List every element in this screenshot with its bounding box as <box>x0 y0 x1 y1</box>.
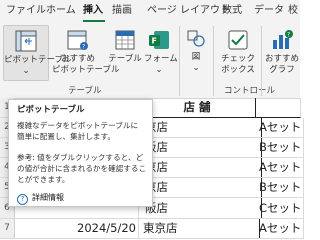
cell-item[interactable]: Aセット <box>256 219 304 239</box>
checkbox-button[interactable]: チェック ボックス <box>218 25 258 79</box>
pivot-table-tooltip: ピボットテーブル 複雑なデータをピボットテーブルに簡単に配置し、集計します。 参… <box>8 99 153 207</box>
forms-button[interactable]: F フォーム ⌄ <box>144 25 178 79</box>
menu-review[interactable]: 校 <box>288 4 298 18</box>
ribbon: ピボットテーブル ⌄ ? おすすめ ピボットテーブル テーブル F フォーム ⌄… <box>0 22 300 99</box>
illustrations-label: 図 <box>191 52 201 62</box>
chevron-down-icon: ⌄ <box>192 63 200 73</box>
checkbox-label-2: ボックス <box>221 65 255 75</box>
cell-item[interactable]: Bセット <box>256 178 304 198</box>
help-icon: ? <box>17 194 28 205</box>
checkbox-icon <box>228 30 248 50</box>
tooltip-link-label: 詳細情報 <box>32 193 64 202</box>
menu-bar: ファイル ホーム 挿入 描画 ページ レイアウト 数式 データ 校 <box>0 0 300 22</box>
menu-draw[interactable]: 描画 <box>112 4 132 18</box>
checkbox-label-1: チェック <box>220 54 255 64</box>
pivot-table-icon <box>15 30 37 52</box>
tooltip-title: ピボットテーブル <box>17 105 85 115</box>
cell-store[interactable]: 京店 <box>139 178 262 198</box>
chevron-down-icon: ⌄ <box>22 66 30 76</box>
chevron-down-icon: ⌄ <box>155 65 163 75</box>
ribbon-separator <box>261 26 262 96</box>
tooltip-description: 複雑なデータをピボットテーブルに簡単に配置し、集計します。 <box>17 121 139 141</box>
ribbon-separator <box>213 26 214 96</box>
table-label: テーブル <box>108 54 142 64</box>
menu-page-layout[interactable]: ページ レイアウト <box>147 4 230 18</box>
recommended-charts-label-1: おすすめ <box>264 54 299 64</box>
pivot-table-button[interactable]: ピボットテーブル ⌄ <box>3 25 72 81</box>
cell-c1[interactable] <box>256 98 301 118</box>
cell-date[interactable]: 2024/5/20 <box>15 219 139 239</box>
recommended-charts-button[interactable]: ? おすすめ グラフ <box>264 25 300 79</box>
menu-file[interactable]: ファイル <box>6 4 46 18</box>
ribbon-separator <box>179 26 180 96</box>
group-label-controls: コントロール <box>224 86 276 96</box>
recommended-pivot-label-2: ピボットテーブル <box>52 65 120 75</box>
cell-item[interactable]: Bセット <box>256 138 304 158</box>
tooltip-note: 参考: 値をダブルクリックすると、どの値が合計に含まれるかを確認することができま… <box>17 153 147 184</box>
forms-icon: F <box>149 31 169 49</box>
column-header-store[interactable]: 店 舗 <box>139 98 256 118</box>
recommended-chart-icon: ? <box>273 30 293 49</box>
svg-text:?: ? <box>82 44 85 51</box>
cell-store[interactable]: 京店 <box>139 118 262 138</box>
cell-item[interactable]: Aセット <box>256 158 304 178</box>
recommended-pivot-table-icon: ? <box>67 30 88 51</box>
recommended-pivot-tables-button[interactable]: ? おすすめ ピボットテーブル <box>52 25 120 79</box>
menu-formulas[interactable]: 数式 <box>222 4 242 18</box>
recommended-pivot-label-1: おすすめ <box>60 54 95 64</box>
svg-text:?: ? <box>287 32 290 39</box>
cell-store[interactable]: 阪店 <box>139 138 262 158</box>
tooltip-more-info-link[interactable]: ? 詳細情報 <box>17 192 64 205</box>
row-header[interactable]: 7 <box>0 219 15 239</box>
forms-label: フォーム <box>144 54 178 64</box>
cell-item[interactable]: Cセット <box>256 198 304 219</box>
pivot-table-label: ピボットテーブル <box>4 55 72 65</box>
cell-item[interactable]: Aセット <box>256 118 304 138</box>
cell-store[interactable]: 阪店 <box>139 198 262 219</box>
table-button[interactable]: テーブル <box>108 25 142 79</box>
illustrations-button[interactable]: 図 ⌄ <box>184 25 208 79</box>
menu-home[interactable]: ホーム <box>46 4 76 18</box>
recommended-charts-label-2: グラフ <box>269 65 295 75</box>
menu-data[interactable]: データ <box>254 4 284 18</box>
shapes-icon <box>187 30 205 47</box>
table-icon <box>115 30 135 50</box>
cell-store[interactable]: 京店 <box>139 158 262 178</box>
menu-insert[interactable]: 挿入 <box>83 4 103 18</box>
svg-text:F: F <box>152 37 157 46</box>
cell-store[interactable]: 東京店 <box>139 219 260 239</box>
group-label-tables: テーブル <box>68 86 102 96</box>
